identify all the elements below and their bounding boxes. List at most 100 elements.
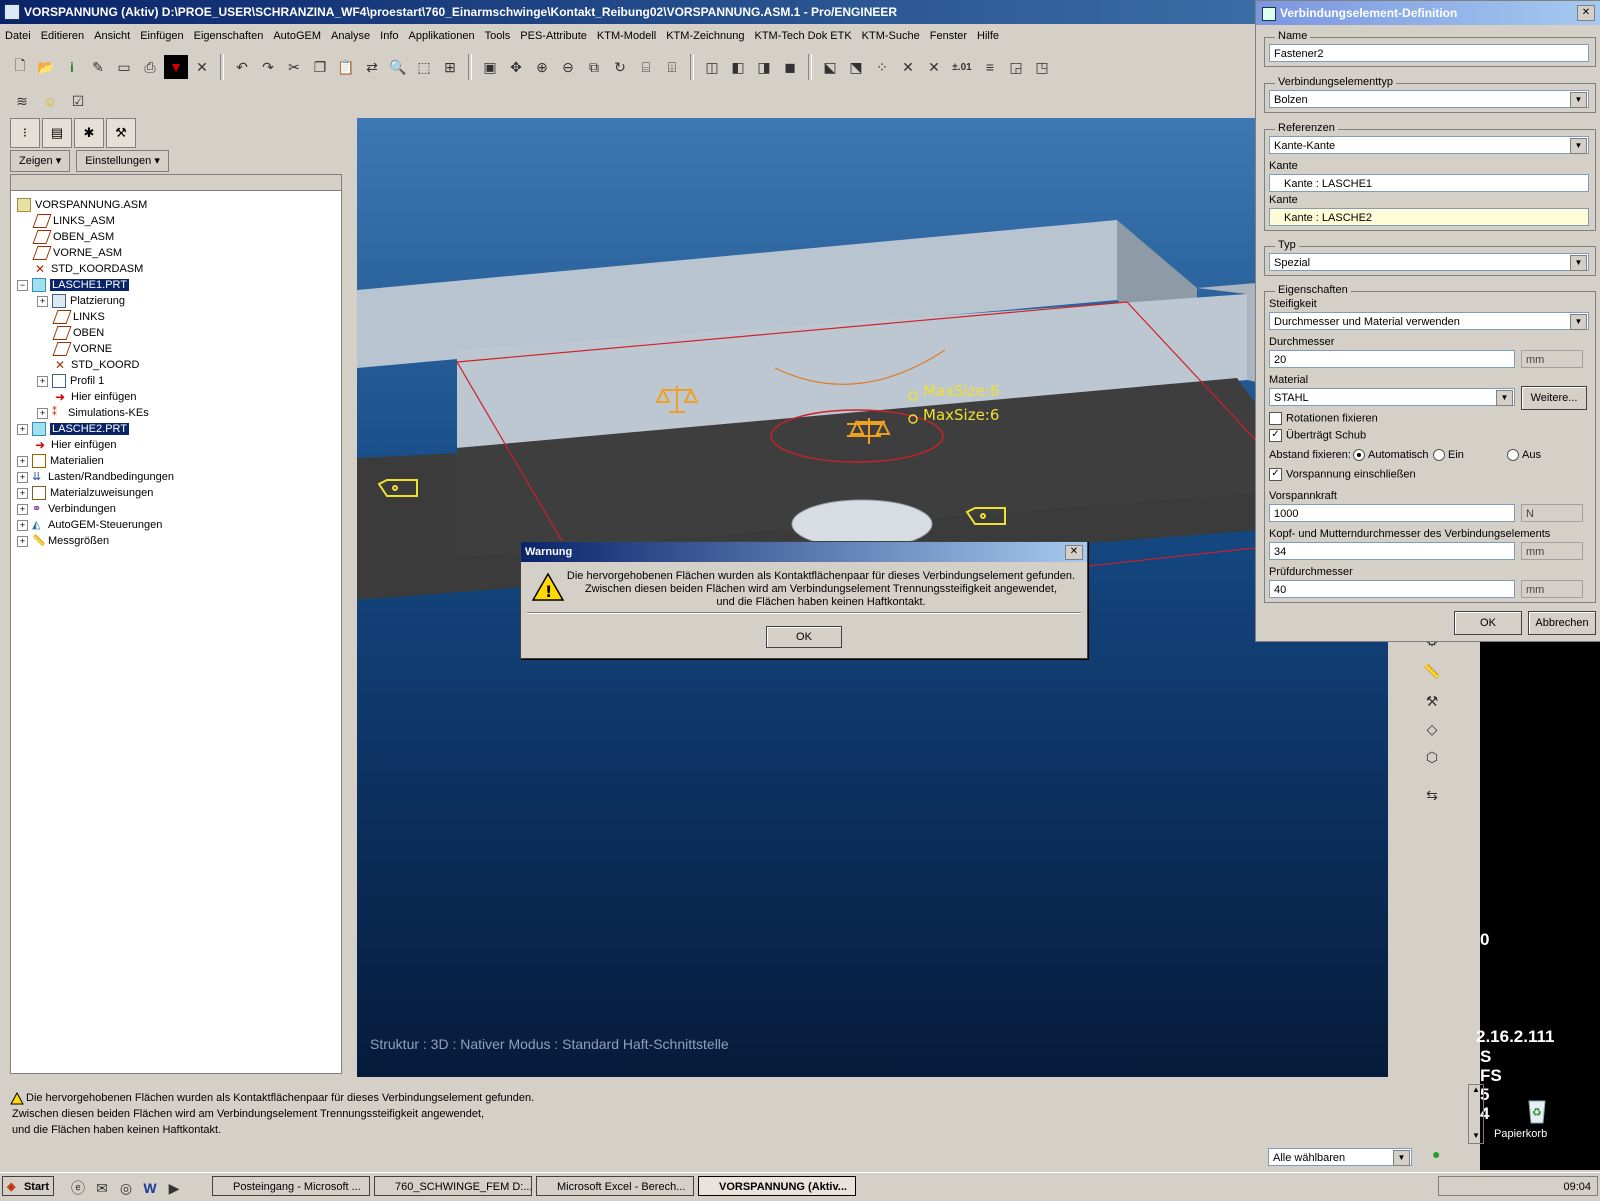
spin-icon[interactable]: ↻	[608, 55, 632, 79]
tree-item[interactable]: LINKS	[52, 309, 105, 325]
test-diameter-unit[interactable]: mm	[1521, 580, 1583, 598]
tree-icon[interactable]: ⊞	[438, 55, 462, 79]
find-icon[interactable]: 🔍	[386, 55, 410, 79]
tree-item[interactable]: + ⇊ Lasten/Randbedingungen	[17, 469, 174, 485]
proe-icon[interactable]: ◎	[114, 1176, 138, 1200]
word-icon[interactable]: W	[138, 1176, 162, 1200]
orient-icon[interactable]: ✥	[504, 55, 528, 79]
datum-axes-icon[interactable]: ⬔	[844, 55, 868, 79]
expand-icon[interactable]: +	[17, 487, 28, 499]
model-tree-tab-icon[interactable]: ⁝	[10, 118, 40, 148]
menu-pes-attribute[interactable]: PES-Attribute	[515, 30, 592, 42]
coordinate-system2-icon[interactable]: ✕	[922, 55, 946, 79]
name-input[interactable]: Fastener2	[1269, 44, 1589, 62]
copy-icon[interactable]: ❐	[308, 55, 332, 79]
open-folder-icon[interactable]: 📂	[34, 55, 58, 79]
checkbox-icon[interactable]	[1269, 412, 1282, 425]
display2-icon[interactable]: ◳	[1030, 55, 1054, 79]
diameter-unit[interactable]: mm	[1521, 350, 1583, 368]
menu-autogem[interactable]: AutoGEM	[268, 30, 326, 42]
tree-item[interactable]: LINKS_ASM	[32, 213, 115, 229]
spring-icon[interactable]: ⚒	[1420, 689, 1444, 713]
no-hidden-icon[interactable]: ◨	[752, 55, 776, 79]
menu-ktm-tech-dok[interactable]: KTM-Tech Dok ETK	[749, 30, 856, 42]
head-diameter-unit[interactable]: mm	[1521, 542, 1583, 560]
save-icon[interactable]: ▭	[112, 55, 136, 79]
menu-ktm-modell[interactable]: KTM-Modell	[592, 30, 661, 42]
mask-icon[interactable]: ▼	[164, 55, 188, 79]
more-tools-icon[interactable]: ⇆	[1420, 783, 1444, 807]
transfers-shear-checkbox[interactable]: ✓ Überträgt Schub	[1269, 429, 1366, 442]
more-materials-button[interactable]: Weitere...	[1521, 386, 1587, 410]
tree-item[interactable]: + Platzierung	[37, 293, 125, 309]
close-icon[interactable]: ✕	[1065, 545, 1083, 560]
tree-item[interactable]: ✕ STD_KOORD	[55, 357, 139, 373]
menu-editieren[interactable]: Editieren	[36, 30, 89, 42]
close-icon[interactable]: ✕	[1577, 5, 1595, 21]
radio-on[interactable]: Ein	[1433, 449, 1464, 462]
ie-icon[interactable]: ⓔ	[66, 1176, 90, 1200]
folder-browser-tab-icon[interactable]: ▤	[42, 118, 72, 148]
expand-icon[interactable]: +	[37, 407, 48, 419]
warning-ok-button[interactable]: OK	[766, 626, 842, 648]
favorites-tab-icon[interactable]: ✱	[74, 118, 104, 148]
checklist-icon[interactable]: ☑	[66, 89, 90, 113]
coordinate-system-icon[interactable]: ✕	[896, 55, 920, 79]
chevron-down-icon[interactable]: ▼	[1570, 138, 1587, 154]
task-vorspannung[interactable]: VORSPANNUNG (Aktiv...	[698, 1176, 856, 1196]
chevron-down-icon[interactable]: ▼	[1496, 390, 1513, 406]
expand-icon[interactable]: +	[17, 535, 28, 547]
collapse-icon[interactable]: −	[17, 279, 28, 291]
saved-views-icon[interactable]: ⌹	[660, 55, 684, 79]
menu-ktm-suche[interactable]: KTM-Suche	[857, 30, 925, 42]
menu-datei[interactable]: Datei	[0, 30, 36, 42]
menu-fenster[interactable]: Fenster	[925, 30, 972, 42]
outlook-icon[interactable]: ✉	[90, 1176, 114, 1200]
display-icon[interactable]: ◲	[1004, 55, 1028, 79]
head-diameter-input[interactable]: 34	[1269, 542, 1515, 560]
diameter-input[interactable]: 20	[1269, 350, 1515, 368]
menu-ktm-zeichnung[interactable]: KTM-Zeichnung	[661, 30, 749, 42]
precision-icon[interactable]: ±.01	[948, 55, 976, 79]
include-preload-checkbox[interactable]: ✓ Vorspannung einschließen	[1269, 468, 1416, 481]
menu-eigenschaften[interactable]: Eigenschaften	[189, 30, 269, 42]
menu-hilfe[interactable]: Hilfe	[972, 30, 1004, 42]
expand-icon[interactable]: +	[37, 375, 48, 387]
menu-einfuegen[interactable]: Einfügen	[135, 30, 188, 42]
tree-item[interactable]: + Materialzuweisungen	[17, 485, 153, 501]
ids-icon[interactable]: i	[60, 55, 84, 79]
expand-icon[interactable]: +	[17, 455, 28, 467]
radio-off[interactable]: Aus	[1507, 449, 1541, 462]
refit-icon[interactable]: ⧉	[582, 55, 606, 79]
chevron-down-icon[interactable]: ▼	[1570, 314, 1587, 330]
expand-icon[interactable]: +	[17, 423, 28, 435]
print-icon[interactable]: ⎙	[138, 55, 162, 79]
connections-tab-icon[interactable]: ⚒	[106, 118, 136, 148]
fix-rotations-checkbox[interactable]: Rotationen fixieren	[1269, 412, 1378, 425]
cut-icon[interactable]: ✂	[282, 55, 306, 79]
menu-analyse[interactable]: Analyse	[326, 30, 375, 42]
tree-item[interactable]: − LASCHE1.PRT	[17, 277, 129, 293]
selection-filter[interactable]: Alle wählbaren ▼	[1268, 1148, 1412, 1166]
checkmark-icon[interactable]: ✓	[1269, 468, 1282, 481]
tree-item[interactable]: + 📏 Messgrößen	[17, 533, 109, 549]
tree-item[interactable]: OBEN	[52, 325, 104, 341]
shell-icon[interactable]: ◇	[1420, 717, 1444, 741]
recycle-bin-icon[interactable]: ♻	[1522, 1095, 1552, 1125]
task-outlook[interactable]: Posteingang - Microsoft ...	[212, 1176, 370, 1196]
select-icon[interactable]: ⬚	[412, 55, 436, 79]
tree-item-assembly[interactable]: VORSPANNUNG.ASM	[17, 197, 147, 213]
radio-icon[interactable]	[1433, 449, 1445, 462]
expand-icon[interactable]: +	[37, 295, 48, 307]
smiley-icon[interactable]: ☺	[38, 89, 62, 113]
expand-icon[interactable]: +	[17, 503, 28, 515]
test-diameter-input[interactable]: 40	[1269, 580, 1515, 598]
type-select[interactable]: Spezial ▼	[1269, 253, 1589, 271]
repaint-icon[interactable]: ▣	[478, 55, 502, 79]
tree-item[interactable]: + Profil 1	[37, 373, 104, 389]
zoom-out-icon[interactable]: ⊖	[556, 55, 580, 79]
media-player-icon[interactable]: ▶	[162, 1176, 186, 1200]
start-button[interactable]: ◈ Start	[2, 1176, 54, 1196]
stiffness-select[interactable]: Durchmesser und Material verwenden ▼	[1269, 312, 1589, 330]
scroll-down-icon[interactable]: ▼	[1469, 1131, 1483, 1143]
